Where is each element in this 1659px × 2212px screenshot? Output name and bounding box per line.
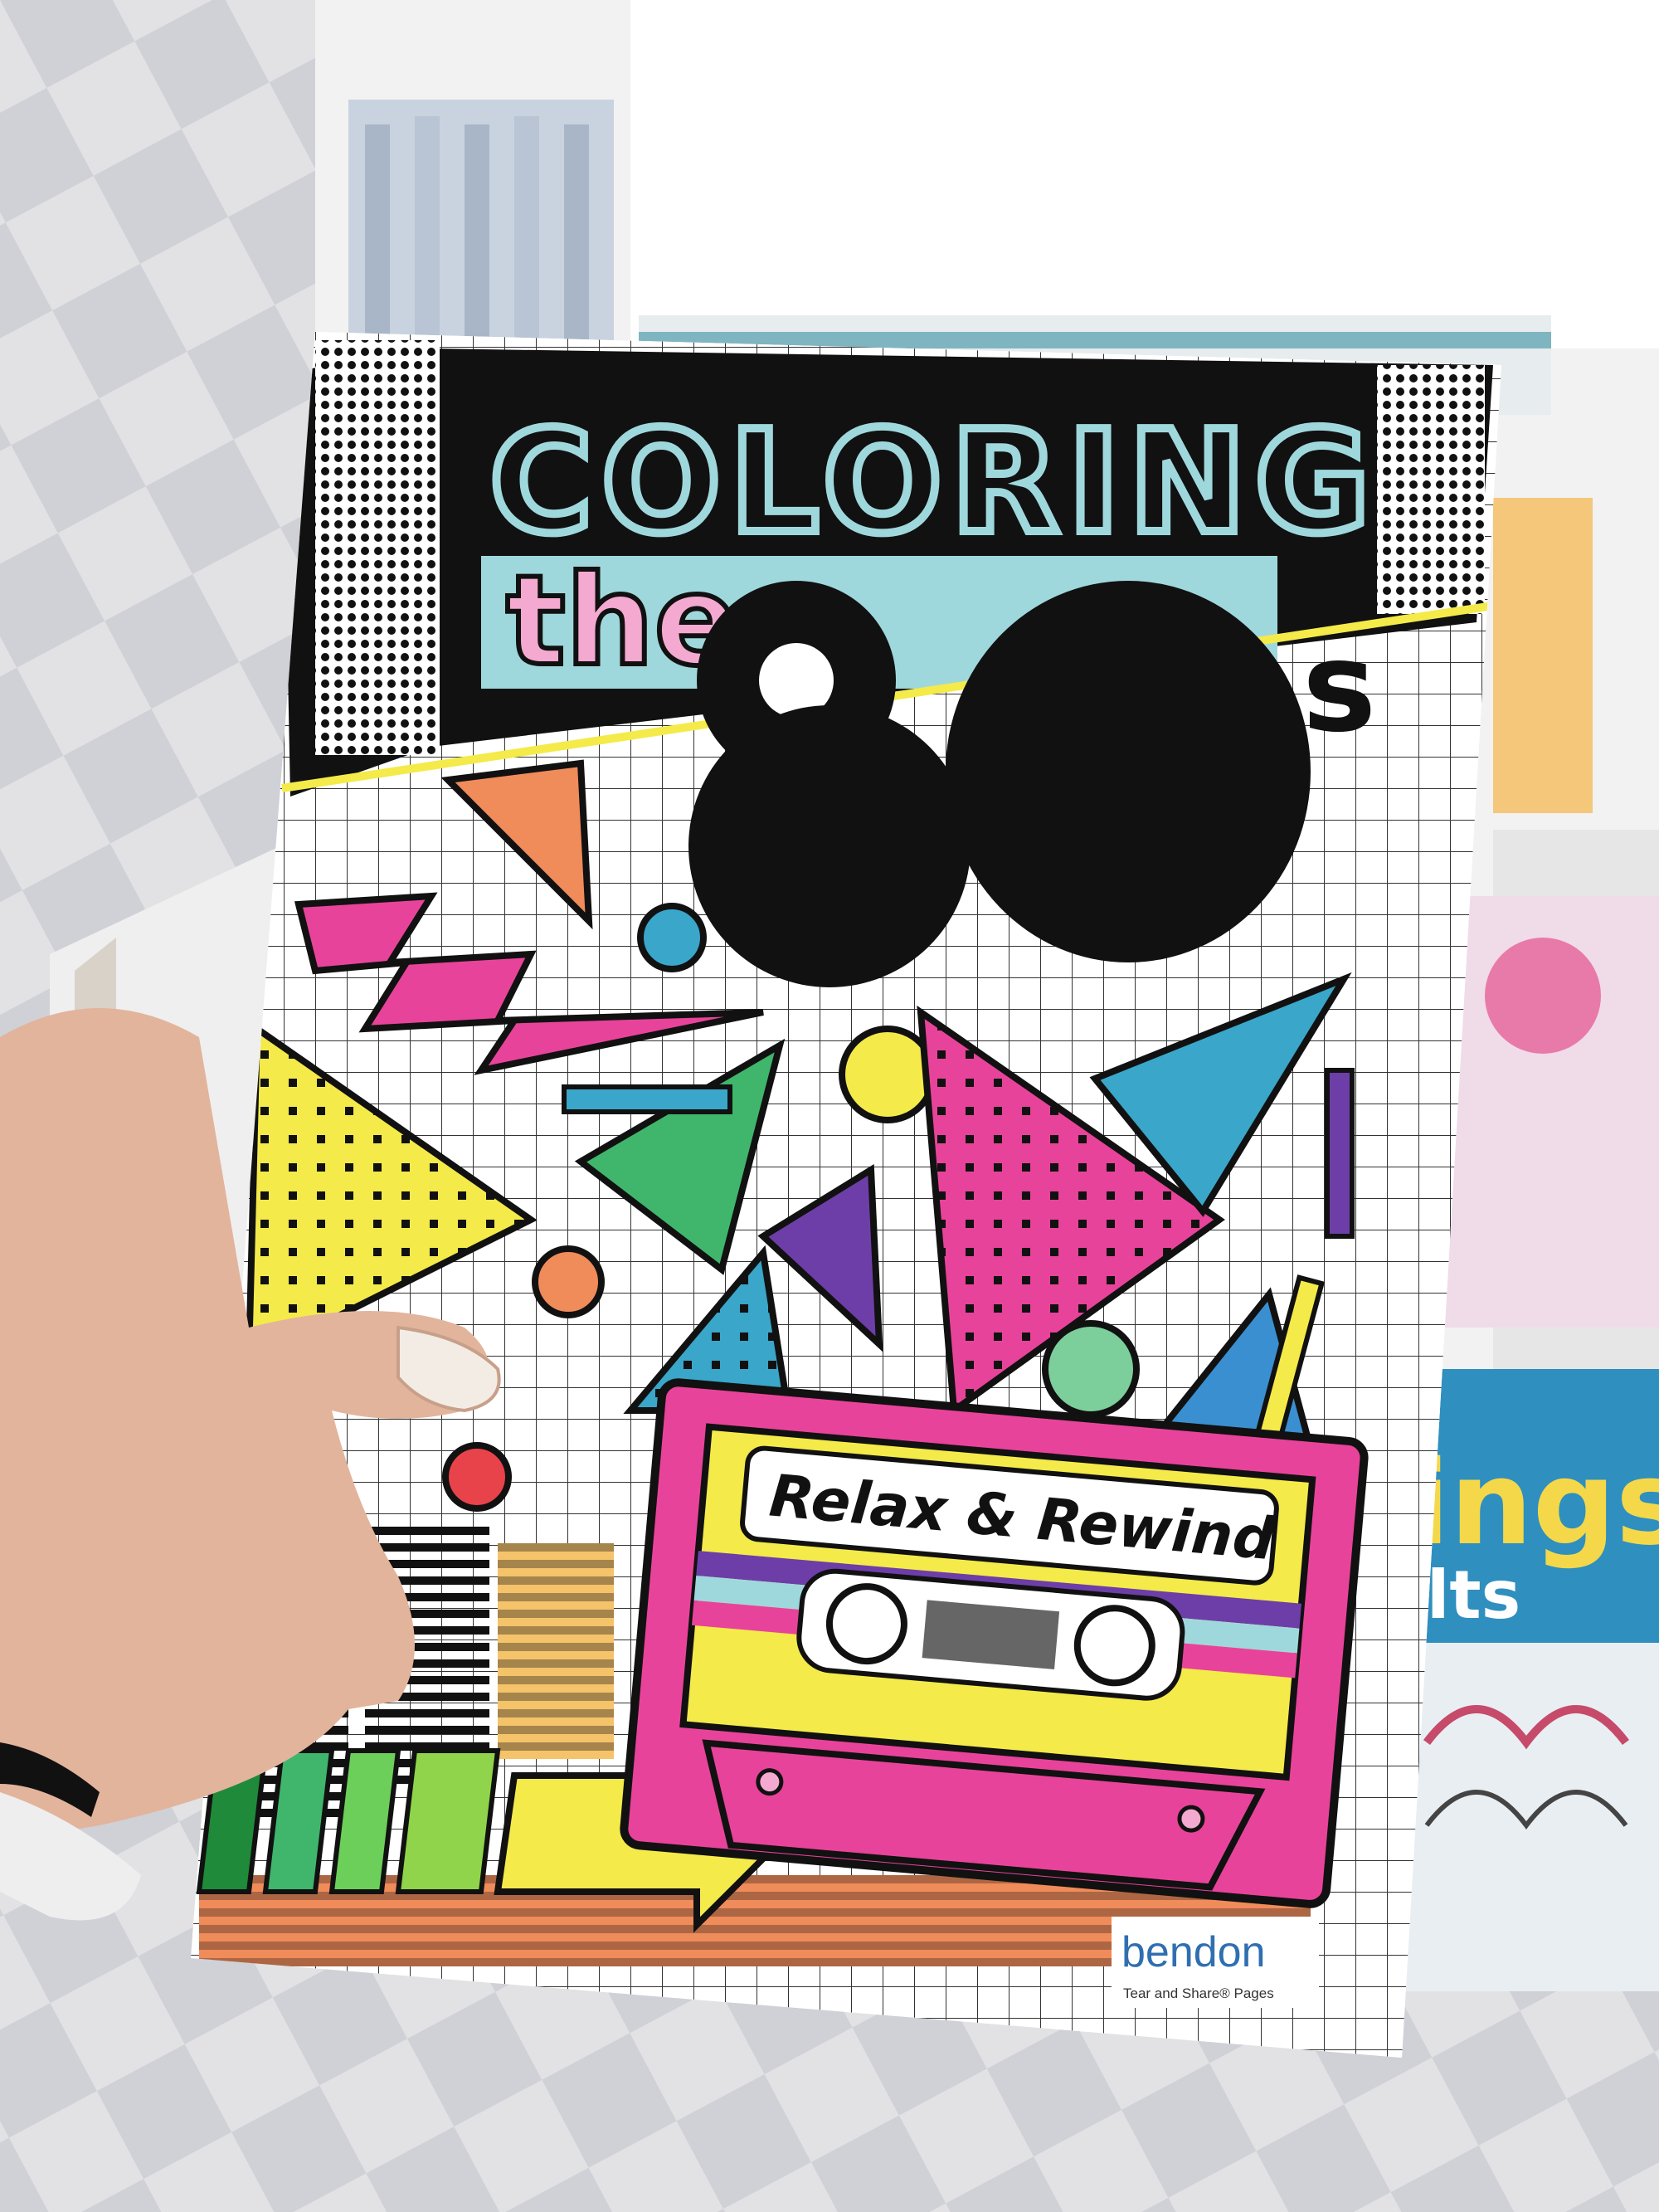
right-book-text-1: ings xyxy=(1410,1436,1659,1571)
photo-scene: ings lts COLORING the s Relax & Rewind b… xyxy=(0,0,1659,2212)
right-book-text-2: lts xyxy=(1427,1557,1520,1634)
cover-title-s: s xyxy=(1302,616,1376,760)
green-dot xyxy=(1042,1320,1140,1418)
red-dot xyxy=(442,1442,512,1512)
background-books-left xyxy=(348,100,614,365)
cover-title-coloring: COLORING xyxy=(489,401,1379,565)
yellow-dot xyxy=(839,1026,937,1123)
cassette-tape: Relax & Rewind xyxy=(620,1378,1369,1908)
publisher-tagline: Tear and Share® Pages xyxy=(1123,1985,1274,2001)
publisher-logo: bendon Tear and Share® Pages xyxy=(1112,1917,1319,2008)
orange-dot xyxy=(532,1245,605,1318)
teal-dot xyxy=(637,903,707,972)
publisher-name: bendon xyxy=(1121,1928,1266,1976)
